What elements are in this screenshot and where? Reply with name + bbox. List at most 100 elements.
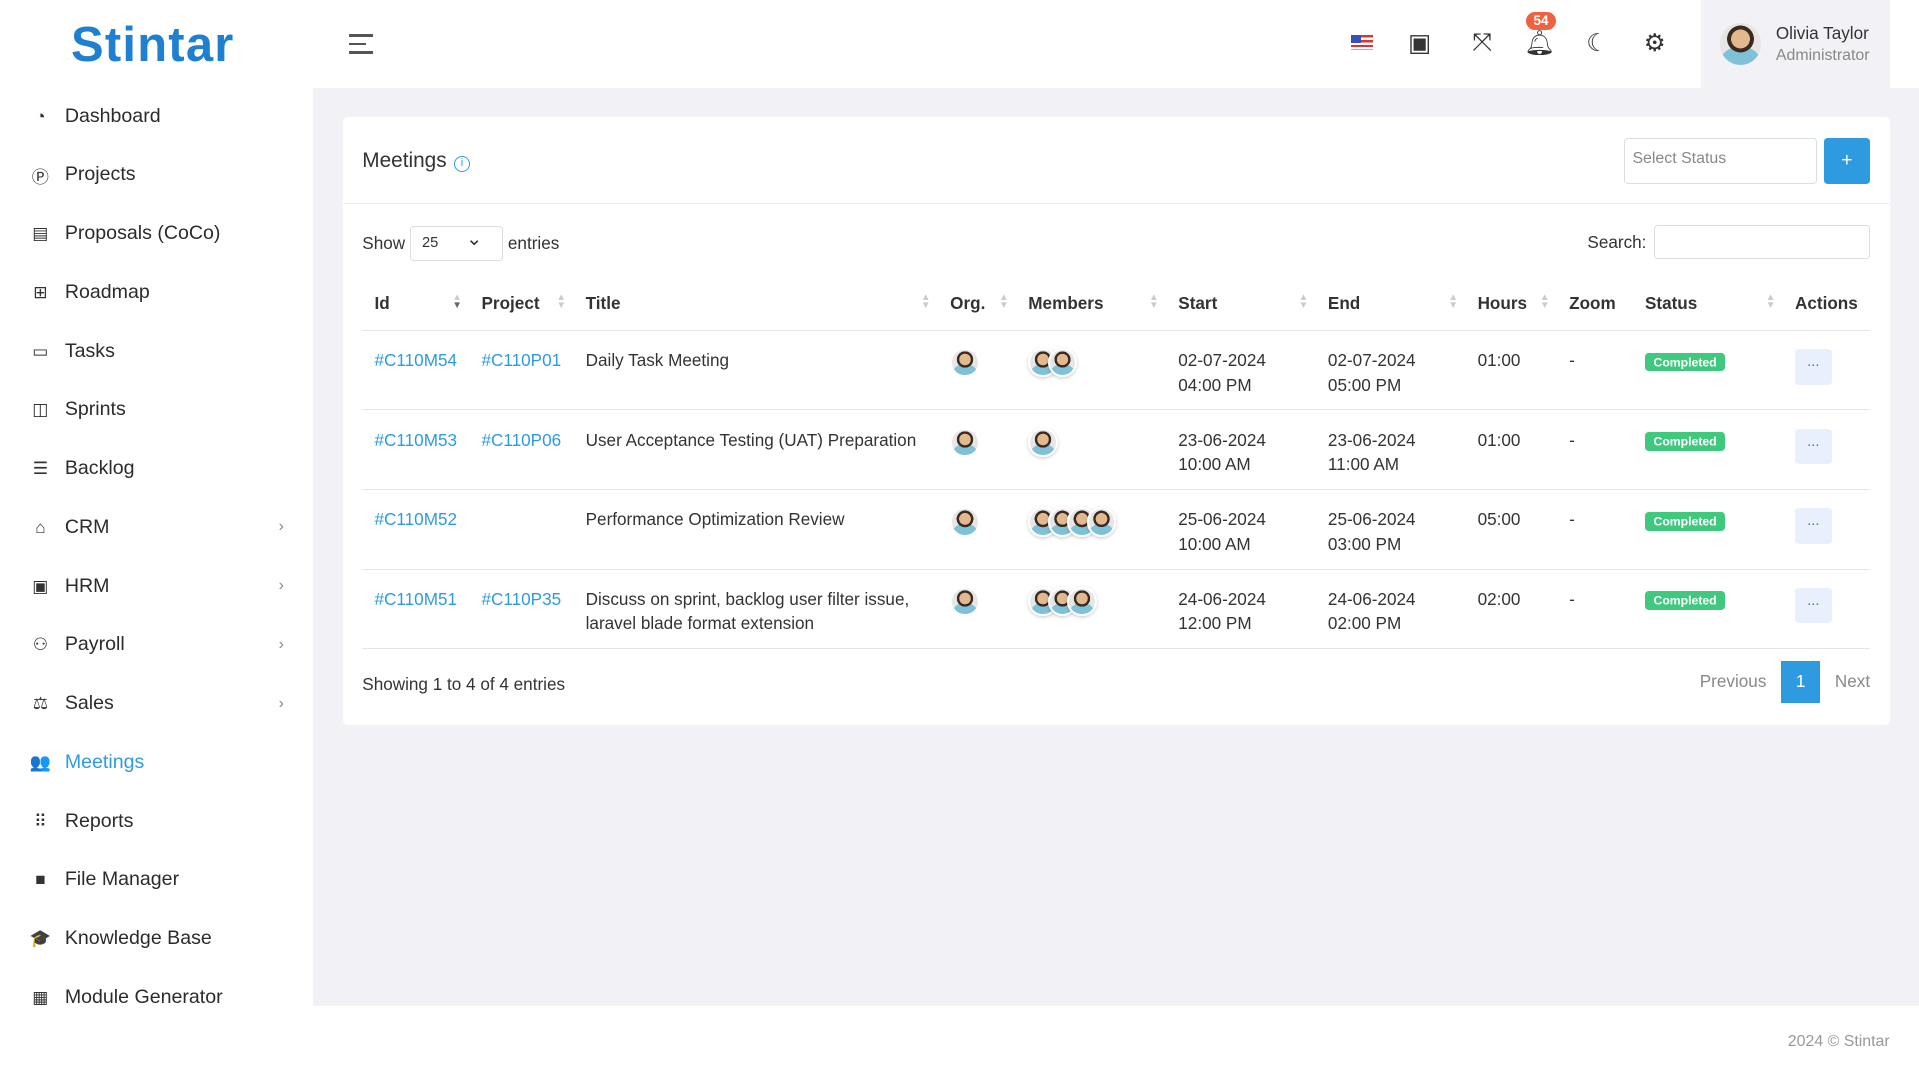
sidebar-item-tasks[interactable]: ▭ Tasks	[29, 322, 293, 381]
user-menu[interactable]: Olivia Taylor Administrator	[1701, 0, 1890, 89]
list-check-icon: ☰	[32, 458, 49, 479]
column-label: Zoom	[1569, 292, 1616, 313]
org-avatar[interactable]	[950, 586, 980, 617]
start-time: 12:00 PM	[1178, 613, 1252, 634]
sidebar-item-dashboard[interactable]: ◔ Dashboard	[29, 87, 293, 146]
meeting-id-link[interactable]: #C110M51	[375, 589, 458, 609]
meeting-id-link[interactable]: #C110M54	[375, 350, 458, 370]
start-date: 02-07-2024	[1178, 350, 1266, 371]
org-avatar[interactable]	[950, 427, 980, 457]
graduation-cap-icon: 🎓	[29, 928, 52, 949]
sidebar-item-sprints[interactable]: ◫ Sprints	[29, 381, 293, 440]
start-time: 04:00 PM	[1178, 374, 1252, 395]
bell-icon[interactable]: 🔔︎	[1524, 27, 1556, 59]
sidebar-item-label: Tasks	[64, 339, 115, 362]
project-link[interactable]: #C110P06	[481, 430, 561, 450]
ticket-icon: ▭	[32, 340, 49, 361]
gauge-icon: ◔	[35, 105, 46, 126]
notification-badge: 54	[1526, 12, 1556, 30]
search-input[interactable]	[1653, 225, 1871, 260]
column-header-title[interactable]: Title ▲ ▼	[573, 276, 938, 331]
sidebar-item-payroll[interactable]: ⚇ Payroll ›	[29, 616, 293, 675]
member-avatar[interactable]	[1047, 348, 1078, 378]
moon-icon[interactable]: ☾	[1581, 27, 1613, 59]
hours: 01:00	[1465, 330, 1557, 411]
column-header-start[interactable]: Start ▲ ▼	[1166, 276, 1316, 331]
start-time: 10:00 AM	[1178, 533, 1251, 554]
next-button[interactable]: Next	[1835, 671, 1870, 692]
info-icon[interactable]: i	[453, 156, 470, 172]
column-header-project[interactable]: Project ▲ ▼	[469, 276, 574, 331]
sidebar-item-hrm[interactable]: ▣ HRM ›	[29, 557, 293, 616]
sidebar-item-label: Projects	[64, 163, 136, 186]
chevron-right-icon: ›	[278, 577, 284, 595]
title-text: Meetings	[362, 149, 447, 173]
end-date: 24-06-2024	[1327, 588, 1416, 609]
member-avatar[interactable]	[1087, 507, 1117, 537]
column-header-status[interactable]: Status ▲ ▼	[1632, 276, 1783, 331]
sort-icon: ▲ ▼	[556, 291, 567, 312]
page-length-select[interactable]: 25	[410, 226, 504, 261]
meeting-id-link[interactable]: #C110M52	[375, 509, 458, 529]
zoom: -	[1556, 489, 1633, 570]
sidebar-item-backlog[interactable]: ☰ Backlog	[29, 439, 293, 498]
column-header-id[interactable]: Id ▲ ▼	[362, 276, 470, 331]
language-flag-icon[interactable]	[1346, 27, 1378, 59]
fullscreen-exit-icon[interactable]: ⤧	[1466, 27, 1498, 59]
sidebar-item-projects[interactable]: Ⓟ Projects	[29, 146, 293, 205]
menu-toggle-icon[interactable]	[348, 34, 374, 60]
hours: 02:00	[1465, 569, 1557, 650]
actions-button[interactable]: ...	[1794, 349, 1832, 385]
sidebar-item-label: Sales	[64, 692, 114, 715]
sidebar-item-crm[interactable]: ⌂ CRM ›	[29, 498, 293, 557]
apps-grid-icon[interactable]: ▣	[1404, 27, 1436, 59]
copyright: 2024 © Stintar	[1787, 1032, 1890, 1050]
sidebar-item-reports[interactable]: ⠿ Reports	[29, 792, 293, 851]
table-row: #C110M51 #C110P35 Discuss on sprint, bac…	[362, 569, 1871, 650]
start-time: 10:00 AM	[1178, 454, 1251, 475]
column-header-hours[interactable]: Hours ▲ ▼	[1465, 276, 1557, 331]
logo[interactable]: Stintar	[71, 17, 235, 73]
column-header-end[interactable]: End ▲ ▼	[1315, 276, 1466, 331]
columns-icon: ◫	[32, 399, 49, 420]
column-header-members[interactable]: Members ▲ ▼	[1016, 276, 1167, 331]
actions-button[interactable]: ...	[1794, 508, 1832, 544]
column-header-org[interactable]: Org. ▲ ▼	[937, 276, 1017, 331]
page-1-button[interactable]: 1	[1781, 660, 1821, 703]
zoom: -	[1556, 409, 1633, 491]
sidebar-item-label: Knowledge Base	[64, 927, 212, 950]
status-select[interactable]: Select Status	[1624, 138, 1818, 184]
sidebar-item-meetings[interactable]: 👥 Meetings	[29, 733, 293, 792]
sidebar-item-sales[interactable]: ⚖ Sales ›	[29, 674, 293, 733]
project-link[interactable]: #C110P35	[481, 589, 561, 609]
actions-button[interactable]: ...	[1794, 428, 1832, 465]
sidebar-item-module-generator[interactable]: ▦ Module Generator	[29, 968, 293, 1027]
sidebar-item-roadmap[interactable]: ⊞ Roadmap	[29, 263, 293, 322]
org-avatar[interactable]	[950, 348, 980, 378]
sort-icon: ▲ ▼	[1765, 291, 1776, 312]
gear-icon[interactable]: ⚙	[1639, 27, 1671, 59]
chevron-right-icon: ›	[278, 635, 284, 653]
sidebar-item-proposals-coco[interactable]: ▤ Proposals (CoCo)	[29, 204, 293, 263]
sidebar-item-knowledge-base[interactable]: 🎓 Knowledge Base	[29, 909, 293, 968]
sidebar-item-file-manager[interactable]: ■ File Manager	[29, 850, 293, 909]
divider	[342, 203, 1890, 205]
sort-icon: ▲ ▼	[1539, 291, 1550, 312]
member-avatar[interactable]	[1028, 427, 1058, 457]
previous-button[interactable]: Previous	[1700, 671, 1767, 692]
project-link[interactable]: #C110P01	[481, 350, 561, 370]
column-label: Id	[374, 292, 390, 313]
page-title: Meetings i	[362, 149, 470, 173]
avatar	[1719, 23, 1762, 65]
people-icon: 👥	[29, 751, 52, 772]
meeting-id-link[interactable]: #C110M53	[375, 430, 458, 450]
p-circle-icon: Ⓟ	[31, 166, 49, 187]
end-time: 05:00 PM	[1327, 374, 1402, 395]
member-avatar[interactable]	[1067, 586, 1097, 617]
org-avatar[interactable]	[950, 507, 980, 537]
add-meeting-button[interactable]: +	[1823, 138, 1871, 184]
actions-button[interactable]: ...	[1794, 587, 1832, 624]
sidebar-item-label: Dashboard	[64, 104, 161, 127]
column-label: Title	[585, 292, 621, 313]
hours: 05:00	[1465, 489, 1557, 570]
